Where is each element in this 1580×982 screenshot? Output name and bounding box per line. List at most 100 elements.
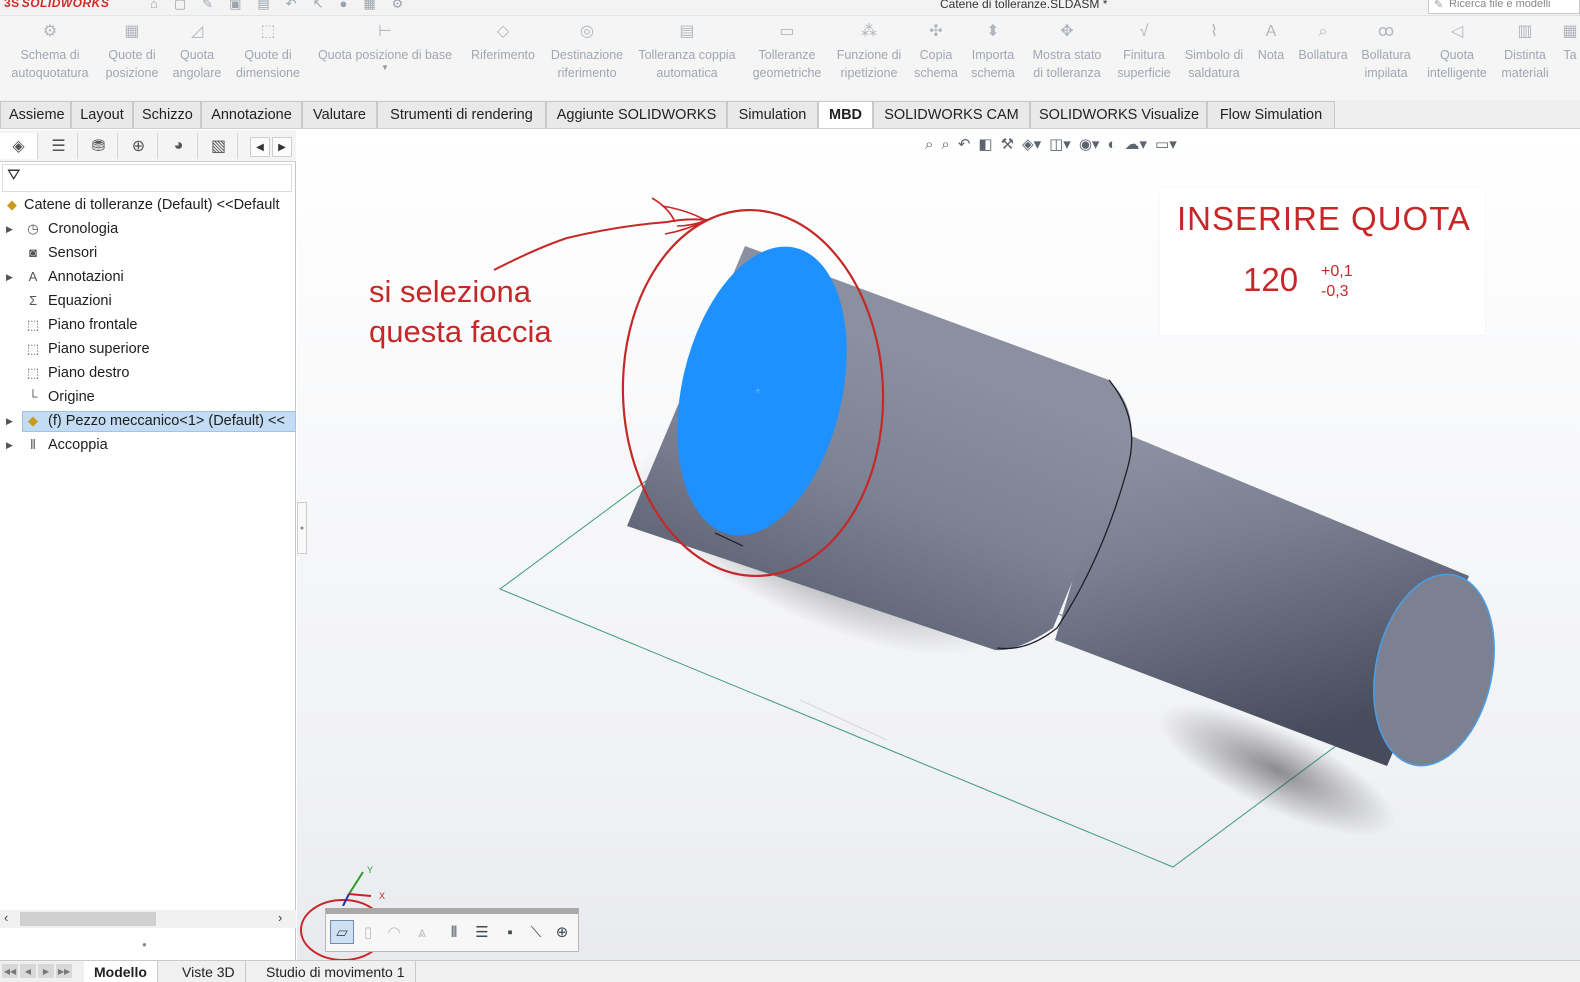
tree-item[interactable]: ▶ ◷ Cronologia: [0, 218, 296, 242]
filter-cylinder-icon[interactable]: ▯: [356, 920, 380, 944]
ribbon-button-13[interactable]: ✥ Mostra stato di tolleranza: [1033, 24, 1102, 82]
tabs-scroll-right-icon[interactable]: ▶: [272, 137, 292, 157]
ribbon-button-11[interactable]: ✣ Copia schema: [914, 24, 958, 82]
first-tab-icon[interactable]: ◀◀: [2, 964, 18, 978]
tree-item[interactable]: ⬚ Piano superiore: [0, 338, 296, 362]
ribbon-button-12[interactable]: ⬍ Importa schema: [971, 24, 1015, 82]
ribbon-button-7[interactable]: ◎ Destinazione riferimento: [551, 24, 623, 82]
tree-item[interactable]: ▶ A Annotazioni: [0, 266, 296, 290]
property-manager-tab-icon[interactable]: ☰: [40, 133, 78, 159]
filter-point-icon[interactable]: ▪: [498, 920, 522, 944]
options-gear-icon[interactable]: ⚙: [392, 0, 404, 12]
last-tab-icon[interactable]: ▶▶: [56, 964, 72, 978]
expand-arrow-icon[interactable]: ▶: [6, 410, 13, 432]
tree-item[interactable]: └ Origine: [0, 386, 296, 410]
tree-filter[interactable]: ⛛: [2, 164, 292, 192]
tree-item[interactable]: ⬚ Piano frontale: [0, 314, 296, 338]
ribbon-button-5[interactable]: ⊢ Quota posizione di base ▼: [318, 24, 452, 72]
tree-item[interactable]: ⬚ Piano destro: [0, 362, 296, 386]
tab-assieme[interactable]: Assieme: [0, 101, 71, 128]
tab-annotazione[interactable]: Annotazione: [201, 101, 302, 128]
ribbon-button-4[interactable]: ⬚ Quote di dimensione: [236, 24, 300, 82]
ribbon-button-2[interactable]: ▦ Quote di posizione: [106, 24, 159, 82]
edit-appearance-icon[interactable]: ◐: [1107, 136, 1116, 154]
dynamic-annotation-icon[interactable]: ⚒: [1001, 136, 1014, 154]
tab-solidworks-cam[interactable]: SOLIDWORKS CAM: [873, 101, 1030, 128]
expand-arrow-icon[interactable]: ▶: [6, 218, 13, 240]
tree-item[interactable]: ▶ ⫴ Accoppia: [0, 434, 296, 458]
configuration-manager-tab-icon[interactable]: ⛃: [80, 133, 118, 159]
search-input[interactable]: ✎ Ricerca file e modelli: [1428, 0, 1580, 14]
previous-view-icon[interactable]: ↶: [958, 136, 971, 154]
ribbon-button-8[interactable]: ▤ Tolleranza coppia automatica: [638, 24, 735, 82]
tab-strumenti-di-rendering[interactable]: Strumenti di rendering: [377, 101, 546, 128]
graphics-area[interactable]: + ⌕ ⌕ ↶ ◧ ⚒ ◈▾ ◫▾ ◉▾ ◐ ☁▾ ▭▾ ● INSERIRE …: [297, 130, 1580, 960]
rebuild-icon[interactable]: ●: [339, 0, 347, 12]
undo-icon[interactable]: ↶: [286, 0, 297, 12]
tree-root[interactable]: ◆ Catene di tolleranze (Default) <<Defau…: [0, 194, 296, 218]
ribbon-button-20[interactable]: ▥ Distinta materiali: [1501, 24, 1548, 82]
filter-width-icon[interactable]: ⫴: [442, 920, 466, 944]
ribbon-button-19[interactable]: ◁ Quota intelligente: [1427, 24, 1487, 82]
tab-solidworks-visualize[interactable]: SOLIDWORKS Visualize: [1030, 101, 1207, 128]
ribbon-button-14[interactable]: √ Finitura superficie: [1117, 24, 1171, 82]
ribbon-button-1[interactable]: ⚙ Schema di autoquotatura: [11, 24, 88, 82]
next-tab-icon[interactable]: ▶: [38, 964, 54, 978]
bottom-tab-3[interactable]: Studio di movimento 1: [256, 961, 416, 982]
ribbon-button-21[interactable]: ▦ Ta: [1562, 24, 1577, 64]
tab-mbd[interactable]: MBD: [818, 101, 873, 128]
view-orientation-icon[interactable]: ◈▾: [1022, 136, 1041, 154]
dimxpert-manager-tab-icon[interactable]: ⊕: [120, 133, 158, 159]
tab-schizzo[interactable]: Schizzo: [133, 101, 201, 128]
ribbon-button-16[interactable]: A Nota: [1258, 24, 1284, 64]
cam-manager-tab-icon[interactable]: ▧: [200, 133, 238, 159]
new-file-icon[interactable]: ▢: [174, 0, 186, 12]
display-style-icon[interactable]: ◫▾: [1049, 136, 1071, 154]
scrollbar-thumb[interactable]: [20, 912, 156, 926]
tabs-scroll-left-icon[interactable]: ◀: [250, 137, 270, 157]
prev-tab-icon[interactable]: ◀: [20, 964, 36, 978]
feature-manager-tab-icon[interactable]: ◈: [0, 133, 38, 159]
select-icon[interactable]: ↖: [313, 0, 324, 12]
filter-icon[interactable]: ⛛: [7, 167, 20, 185]
hide-show-items-icon[interactable]: ◉▾: [1079, 136, 1100, 154]
zoom-to-area-icon[interactable]: ⌕: [941, 136, 949, 154]
ribbon-button-15[interactable]: ⌇ Simbolo di saldatura: [1185, 24, 1243, 82]
filter-axis-icon[interactable]: ⟍: [524, 920, 548, 944]
tab-simulation[interactable]: Simulation: [727, 101, 818, 128]
ribbon-button-18[interactable]: ꝏ Bollatura impilata: [1361, 24, 1410, 82]
ribbon-button-10[interactable]: ⁂ Funzione di ripetizione: [837, 24, 902, 82]
display-manager-tab-icon[interactable]: ◕: [160, 133, 198, 159]
filter-align-icon[interactable]: ☰: [470, 920, 494, 944]
ribbon-button-3[interactable]: ◿ Quota angolare: [173, 24, 222, 82]
horizontal-scrollbar[interactable]: ‹ ›: [0, 910, 296, 928]
filter-rounded-icon[interactable]: ◠: [382, 920, 406, 944]
tab-layout[interactable]: Layout: [71, 101, 133, 128]
tree-item[interactable]: ◙ Sensori: [0, 242, 296, 266]
scroll-left-icon[interactable]: ‹: [4, 910, 8, 925]
filter-target-icon[interactable]: ⊕: [550, 920, 574, 944]
tree-item[interactable]: Σ Equazioni: [0, 290, 296, 314]
tab-valutare[interactable]: Valutare: [302, 101, 377, 128]
expand-arrow-icon[interactable]: ▶: [6, 434, 13, 456]
section-view-icon[interactable]: ◧: [978, 136, 992, 154]
apply-scene-icon[interactable]: ☁▾: [1125, 136, 1148, 154]
open-file-icon[interactable]: ✎: [202, 0, 213, 12]
zoom-to-fit-icon[interactable]: ⌕: [925, 136, 933, 154]
tree-item[interactable]: ▶ ◆ (f) Pezzo meccanico<1> (Default) <<: [0, 410, 296, 434]
expand-arrow-icon[interactable]: ▶: [6, 266, 13, 288]
tab-flow-simulation[interactable]: Flow Simulation: [1207, 101, 1335, 128]
filter-faces-icon[interactable]: ▱: [330, 920, 354, 944]
tab-aggiunte-solidworks[interactable]: Aggiunte SOLIDWORKS: [546, 101, 727, 128]
filter-pattern-icon[interactable]: ⩓: [410, 920, 434, 944]
chevron-down-icon[interactable]: ▼: [381, 64, 389, 72]
print-icon[interactable]: ▤: [257, 0, 269, 12]
panel-resize-grip[interactable]: ●: [142, 940, 147, 949]
bottom-tab-1[interactable]: Modello: [84, 961, 158, 982]
home-icon[interactable]: ⌂: [150, 0, 158, 12]
ribbon-button-6[interactable]: ◇ Riferimento: [471, 24, 535, 64]
bottom-tab-2[interactable]: Viste 3D: [172, 961, 246, 982]
ribbon-button-9[interactable]: ▭ Tolleranze geometriche: [753, 24, 822, 82]
ribbon-button-17[interactable]: ⌕ Bollatura: [1298, 24, 1347, 64]
solidworks-logo[interactable]: 3S SOLIDWORKS: [4, 0, 109, 10]
